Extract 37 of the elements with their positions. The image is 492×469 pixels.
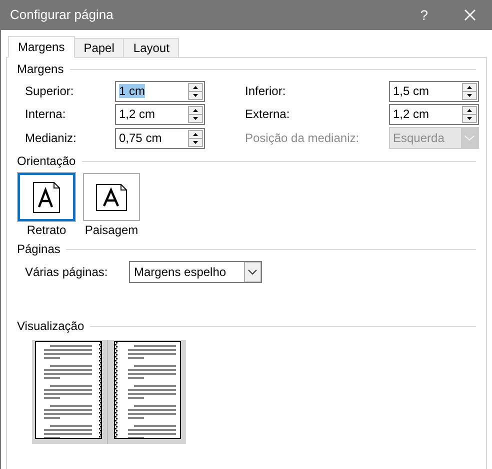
orientation-button[interactable]: [18, 173, 75, 221]
section-heading: Orientação: [17, 154, 76, 169]
field-label: Medianiz:: [25, 130, 78, 146]
section-heading: Páginas: [17, 242, 60, 257]
close-icon: [464, 9, 476, 21]
tab[interactable]: Layout: [124, 38, 180, 58]
chevron-down-icon: [244, 262, 261, 282]
spin-field[interactable]: 0,75 cm: [115, 128, 205, 148]
section-heading: Margens: [17, 62, 64, 77]
portrait-page-icon: [33, 182, 60, 212]
spin-field[interactable]: 1 cm: [115, 81, 205, 102]
tab[interactable]: Margens: [8, 36, 75, 58]
help-button[interactable]: ?: [420, 4, 428, 26]
field-label: Superior:: [25, 84, 75, 99]
tab[interactable]: Papel: [74, 38, 124, 58]
field-label: Várias páginas:: [25, 264, 109, 280]
spin-field[interactable]: 1,2 cm: [389, 104, 479, 125]
field-label: Inferior:: [245, 84, 287, 99]
spinner-arrows-icon: [188, 106, 203, 123]
field-label: Interna:: [25, 107, 67, 122]
spinner-arrows-icon: [462, 83, 477, 100]
spin-field[interactable]: 1,5 cm: [389, 81, 479, 102]
field-label: Posição da medianiz:: [245, 130, 360, 146]
orientation-button[interactable]: [83, 173, 140, 221]
dropdown[interactable]: Margens espelho: [129, 261, 262, 283]
section-heading: Visualização: [17, 319, 84, 334]
window-title: Configurar página: [10, 6, 114, 24]
field-label: Externa:: [245, 107, 291, 122]
chevron-down-icon: [461, 128, 478, 148]
close-button[interactable]: [464, 9, 476, 21]
spinner-arrows-icon: [188, 130, 203, 146]
spinner-arrows-icon: [188, 83, 203, 100]
spin-field[interactable]: 1,2 cm: [115, 104, 205, 125]
landscape-page-icon: [96, 184, 127, 210]
orientation-label: Retrato: [26, 223, 66, 238]
orientation-label: Paisagem: [84, 223, 138, 238]
spinner-arrows-icon: [462, 106, 477, 123]
